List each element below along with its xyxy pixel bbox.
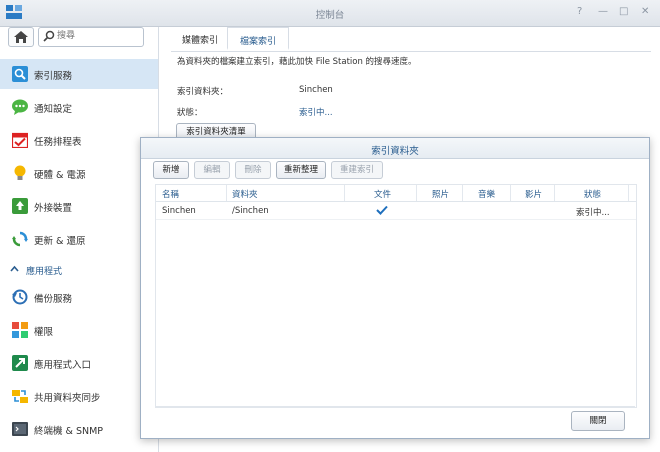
edit-button[interactable]: 編輯 bbox=[194, 161, 230, 179]
sidebar-item-terminal-snmp[interactable]: 終端機 & SNMP bbox=[0, 414, 158, 444]
column-header-name[interactable]: 名稱 bbox=[162, 188, 179, 200]
status-label: 狀態： bbox=[177, 108, 203, 118]
sidebar-item-label: 外接裝置 bbox=[34, 203, 73, 214]
sidebar-item-label: 備份服務 bbox=[34, 294, 73, 305]
hardware-power-icon bbox=[14, 165, 26, 180]
column-divider bbox=[628, 185, 629, 201]
cell-status: 索引中... bbox=[576, 208, 610, 218]
sidebar-item-label: 應用程式入口 bbox=[34, 360, 92, 371]
description-text: 為資料夾的檔案建立索引，藉此加快 File Station 的搜尋速度。 bbox=[177, 57, 417, 67]
search-icon bbox=[43, 30, 55, 42]
tab-bar: 媒體索引 檔案索引 bbox=[171, 27, 651, 52]
update-restore-icon bbox=[12, 231, 28, 247]
search-input[interactable] bbox=[57, 30, 137, 42]
sidebar-item-label: 共用資料夾同步 bbox=[34, 393, 101, 404]
delete-button[interactable]: 刪除 bbox=[235, 161, 271, 179]
reorganize-button[interactable]: 重新整理 bbox=[276, 161, 326, 179]
chevron-up-icon bbox=[10, 265, 19, 272]
column-divider bbox=[344, 185, 345, 201]
backup-service-icon bbox=[12, 289, 28, 305]
dialog-title: 索引資料夾 bbox=[371, 146, 419, 157]
terminal-snmp-icon bbox=[12, 422, 28, 436]
sidebar-item-hardware-power[interactable]: 硬體 & 電源 bbox=[0, 158, 158, 188]
sidebar-item-label: 通知設定 bbox=[34, 104, 73, 115]
column-header-folder[interactable]: 資料夾 bbox=[232, 188, 258, 200]
folder-table: 名稱 資料夾 文件 照片 音樂 影片 狀態 Sinchen /Sinchen 索… bbox=[155, 184, 637, 408]
close-button[interactable]: 關閉 bbox=[571, 411, 625, 431]
sidebar-item-update-restore[interactable]: 更新 & 還原 bbox=[0, 224, 158, 254]
column-header-document[interactable]: 文件 bbox=[374, 188, 391, 200]
cell-name: Sinchen bbox=[162, 206, 196, 216]
sidebar-item-backup-service[interactable]: 備份服務 bbox=[0, 282, 158, 312]
shared-folder-sync-icon bbox=[12, 390, 28, 403]
sidebar-item-label: 硬體 & 電源 bbox=[34, 170, 86, 181]
sidebar-item-label: 索引服務 bbox=[34, 71, 73, 82]
column-header-video[interactable]: 影片 bbox=[525, 188, 542, 200]
task-scheduler-icon bbox=[12, 132, 28, 148]
index-folder-dialog: 索引資料夾 新增 編輯 刪除 重新整理 重建索引 名稱 資料夾 文件 照片 音樂… bbox=[140, 137, 650, 439]
sidebar-section-label: 應用程式 bbox=[26, 267, 63, 277]
status-value: 索引中... bbox=[299, 108, 333, 118]
sidebar-item-label: 更新 & 還原 bbox=[34, 236, 86, 247]
add-button[interactable]: 新增 bbox=[153, 161, 189, 179]
column-header-music[interactable]: 音樂 bbox=[478, 188, 495, 200]
maximize-icon[interactable]: □ bbox=[619, 6, 628, 17]
dialog-header: 索引資料夾 bbox=[141, 138, 649, 159]
sidebar-item-label: 權限 bbox=[34, 327, 54, 338]
index-folder-value: Sinchen bbox=[299, 85, 333, 95]
minimize-icon[interactable]: — bbox=[598, 6, 608, 17]
home-button[interactable] bbox=[8, 27, 34, 47]
cell-folder: /Sinchen bbox=[232, 206, 269, 216]
title-bar: 控制台 ? — □ ✕ bbox=[0, 0, 660, 27]
tab-media-index[interactable]: 媒體索引 bbox=[173, 27, 227, 50]
search-box[interactable] bbox=[38, 27, 144, 47]
column-header-status[interactable]: 狀態 bbox=[584, 188, 601, 200]
dialog-footer-divider bbox=[155, 406, 635, 407]
sidebar-item-shared-folder-sync[interactable]: 共用資料夾同步 bbox=[0, 381, 158, 411]
sidebar-item-notification[interactable]: 通知設定 bbox=[0, 92, 158, 122]
rebuild-index-button[interactable]: 重建索引 bbox=[331, 161, 383, 179]
external-devices-icon bbox=[12, 198, 28, 214]
application-portal-icon bbox=[12, 355, 28, 371]
close-window-icon[interactable]: ✕ bbox=[641, 6, 649, 17]
column-divider bbox=[510, 185, 511, 201]
sidebar-item-privileges[interactable]: 權限 bbox=[0, 315, 158, 345]
index-service-icon bbox=[12, 66, 28, 82]
help-icon[interactable]: ? bbox=[577, 6, 582, 17]
sidebar: 索引服務 通知設定 任務排程表 硬體 & 電源 外接裝置 bbox=[0, 27, 159, 452]
sidebar-item-external-devices[interactable]: 外接裝置 bbox=[0, 191, 158, 221]
column-divider bbox=[226, 185, 227, 201]
column-divider bbox=[554, 185, 555, 201]
table-row[interactable]: Sinchen /Sinchen 索引中... bbox=[156, 202, 636, 220]
column-divider bbox=[416, 185, 417, 201]
sidebar-item-label: 任務排程表 bbox=[34, 137, 82, 148]
table-header: 名稱 資料夾 文件 照片 音樂 影片 狀態 bbox=[156, 185, 636, 202]
sidebar-section-applications[interactable]: 應用程式 bbox=[0, 260, 158, 280]
sidebar-item-task-scheduler[interactable]: 任務排程表 bbox=[0, 125, 158, 155]
index-folder-label: 索引資料夾： bbox=[177, 87, 229, 97]
sidebar-item-label: 終端機 & SNMP bbox=[34, 426, 104, 437]
sidebar-item-application-portal[interactable]: 應用程式入口 bbox=[0, 348, 158, 378]
privileges-icon bbox=[12, 322, 28, 338]
tab-file-index[interactable]: 檔案索引 bbox=[227, 27, 289, 50]
home-icon bbox=[14, 31, 28, 43]
column-header-photo[interactable]: 照片 bbox=[432, 188, 449, 200]
window-title: 控制台 bbox=[315, 10, 345, 21]
notification-icon bbox=[12, 99, 28, 115]
sidebar-item-index-service[interactable]: 索引服務 bbox=[0, 59, 158, 89]
column-divider bbox=[462, 185, 463, 201]
document-checked-icon bbox=[376, 205, 388, 215]
